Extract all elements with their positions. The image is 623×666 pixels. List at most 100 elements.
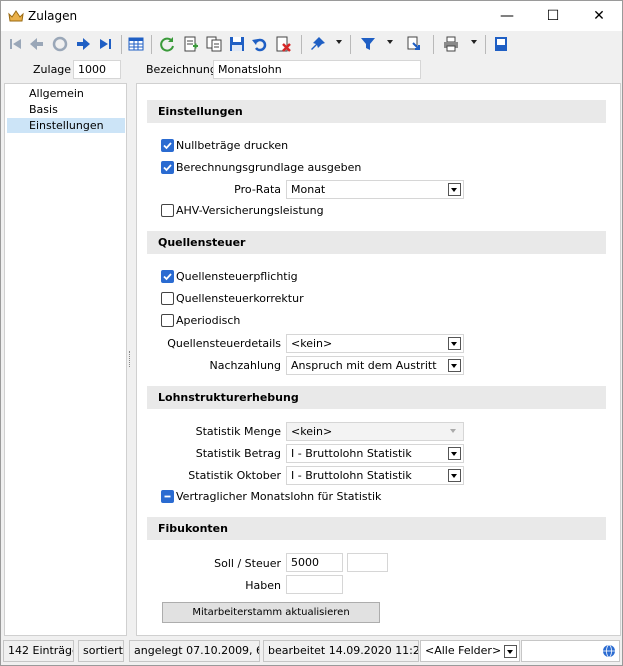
nachzahlung-label: Nachzahlung — [209, 359, 281, 372]
section-header-fibukonten: Fibukonten — [147, 517, 606, 540]
navigation-panel: Allgemein Basis Einstellungen — [4, 83, 127, 636]
refresh-icon[interactable] — [158, 35, 176, 53]
toolbar-separator — [301, 35, 302, 54]
toolbar-separator — [485, 35, 486, 54]
chevron-down-icon[interactable] — [448, 447, 461, 460]
haben-account-field[interactable] — [286, 575, 343, 594]
splitter-handle[interactable] — [129, 351, 132, 367]
berechnungsgrundlage-label: Berechnungsgrundlage ausgeben — [176, 161, 362, 174]
nav-item-einstellungen[interactable]: Einstellungen — [7, 118, 125, 133]
chevron-down-icon[interactable] — [448, 183, 461, 196]
quellensteuerdetails-select[interactable]: <kein> — [286, 334, 464, 353]
toolbar-separator — [121, 35, 122, 54]
chevron-down-icon[interactable] — [448, 469, 461, 482]
toolbar-separator — [433, 35, 434, 54]
print-icon[interactable] — [442, 35, 460, 53]
nachzahlung-select[interactable]: Anspruch mit dem Austritt — [286, 356, 464, 375]
statistik-menge-select: <kein> — [286, 422, 464, 441]
chevron-down-icon — [448, 425, 461, 438]
statistik-menge-value: <kein> — [291, 425, 333, 438]
export-icon[interactable] — [405, 35, 423, 53]
chevron-down-icon[interactable] — [448, 359, 461, 372]
checkmark-icon — [163, 142, 172, 150]
previous-record-icon[interactable] — [28, 35, 46, 53]
record-count: 142 Einträge — [3, 640, 74, 662]
settings-icon[interactable] — [492, 35, 510, 53]
prorata-label: Pro-Rata — [234, 183, 281, 196]
statistik-betrag-select[interactable]: I - Bruttolohn Statistik — [286, 444, 464, 463]
history-icon[interactable] — [51, 35, 69, 53]
statistik-betrag-value: I - Bruttolohn Statistik — [291, 447, 412, 460]
section-header-einstellungen: Einstellungen — [147, 100, 606, 123]
window: Zulagen — ☐ ✕ Zulage 1000 Bezeichnung Mo… — [0, 0, 623, 666]
zulage-field[interactable]: 1000 — [73, 60, 121, 79]
filter-dropdown-arrow[interactable] — [387, 40, 393, 44]
statistik-menge-label: Statistik Menge — [195, 425, 281, 438]
quellensteuerdetails-value: <kein> — [291, 337, 333, 350]
print-dropdown-arrow[interactable] — [471, 40, 477, 44]
nav-item-basis[interactable]: Basis — [7, 102, 125, 117]
nachzahlung-value: Anspruch mit dem Austritt — [291, 359, 437, 372]
quellensteuerkorrektur-label: Quellensteuerkorrektur — [176, 292, 304, 305]
nullbetraege-checkbox[interactable] — [161, 139, 174, 152]
save-icon[interactable] — [228, 35, 246, 53]
indeterminate-icon — [164, 495, 171, 498]
mitarbeiterstamm-aktualisieren-button[interactable]: Mitarbeiterstamm aktualisieren — [162, 602, 380, 623]
aperiodisch-checkbox[interactable] — [161, 314, 174, 327]
toolbar-separator — [151, 35, 152, 54]
pin-dropdown-arrow[interactable] — [336, 40, 342, 44]
bezeichnung-label: Bezeichnung — [146, 63, 217, 76]
maximize-button[interactable]: ☐ — [530, 1, 576, 31]
vertraglicher-monatslohn-checkbox[interactable] — [161, 490, 174, 503]
quellensteuerpflichtig-checkbox[interactable] — [161, 270, 174, 283]
undo-icon[interactable] — [251, 35, 269, 53]
status-bar: 142 Einträge sortiert: angelegt 07.10.20… — [1, 638, 622, 665]
copy-record-icon[interactable] — [205, 35, 223, 53]
statistik-oktober-select[interactable]: I - Bruttolohn Statistik — [286, 466, 464, 485]
quellensteuerdetails-label: Quellensteuerdetails — [167, 337, 281, 350]
steuer-account-field[interactable] — [347, 553, 388, 572]
bezeichnung-field[interactable]: Monatslohn — [213, 60, 421, 79]
vertraglicher-monatslohn-label: Vertraglicher Monatslohn für Statistik — [176, 490, 382, 503]
statistik-oktober-label: Statistik Oktober — [188, 469, 281, 482]
edited-info: bearbeitet 14.09.2020 11:24:49, — [263, 640, 419, 662]
checkmark-icon — [163, 273, 172, 281]
close-button[interactable]: ✕ — [576, 1, 622, 31]
pin-icon[interactable] — [309, 35, 327, 53]
search-input[interactable] — [521, 640, 620, 662]
prorata-value: Monat — [291, 183, 326, 196]
checkmark-icon — [163, 164, 172, 172]
ahv-label: AHV-Versicherungsleistung — [176, 204, 324, 217]
soll-account-field[interactable]: 5000 — [286, 553, 343, 572]
filter-icon[interactable] — [359, 35, 377, 53]
ahv-checkbox[interactable] — [161, 204, 174, 217]
last-record-icon[interactable] — [96, 35, 114, 53]
sort-status: sortiert: — [78, 640, 124, 662]
title-bar: Zulagen — ☐ ✕ — [1, 1, 622, 31]
chevron-down-icon[interactable] — [448, 337, 461, 350]
delete-record-icon[interactable] — [274, 35, 292, 53]
haben-label: Haben — [245, 579, 281, 592]
new-record-icon[interactable] — [182, 35, 200, 53]
soll-steuer-label: Soll / Steuer — [214, 557, 281, 570]
next-record-icon[interactable] — [74, 35, 92, 53]
field-filter-value: <Alle Felder> — [425, 644, 502, 657]
first-record-icon[interactable] — [7, 35, 25, 53]
toolbar — [1, 31, 622, 58]
zulage-label: Zulage — [33, 63, 72, 76]
minimize-button[interactable]: — — [484, 1, 530, 31]
chevron-down-icon[interactable] — [504, 645, 517, 658]
section-header-quellensteuer: Quellensteuer — [147, 231, 606, 254]
berechnungsgrundlage-checkbox[interactable] — [161, 161, 174, 174]
prorata-select[interactable]: Monat — [286, 180, 464, 199]
table-view-icon[interactable] — [127, 35, 145, 53]
globe-search-icon[interactable] — [602, 644, 616, 658]
quellensteuerkorrektur-checkbox[interactable] — [161, 292, 174, 305]
toolbar-separator — [350, 35, 351, 54]
statistik-oktober-value: I - Bruttolohn Statistik — [291, 469, 412, 482]
section-header-lohnstruktur: Lohnstrukturerhebung — [147, 386, 606, 409]
nav-item-allgemein[interactable]: Allgemein — [7, 86, 125, 101]
created-info: angelegt 07.10.2009, 65 — [129, 640, 260, 662]
statistik-betrag-label: Statistik Betrag — [195, 447, 281, 460]
field-filter-select[interactable]: <Alle Felder> — [420, 640, 520, 662]
